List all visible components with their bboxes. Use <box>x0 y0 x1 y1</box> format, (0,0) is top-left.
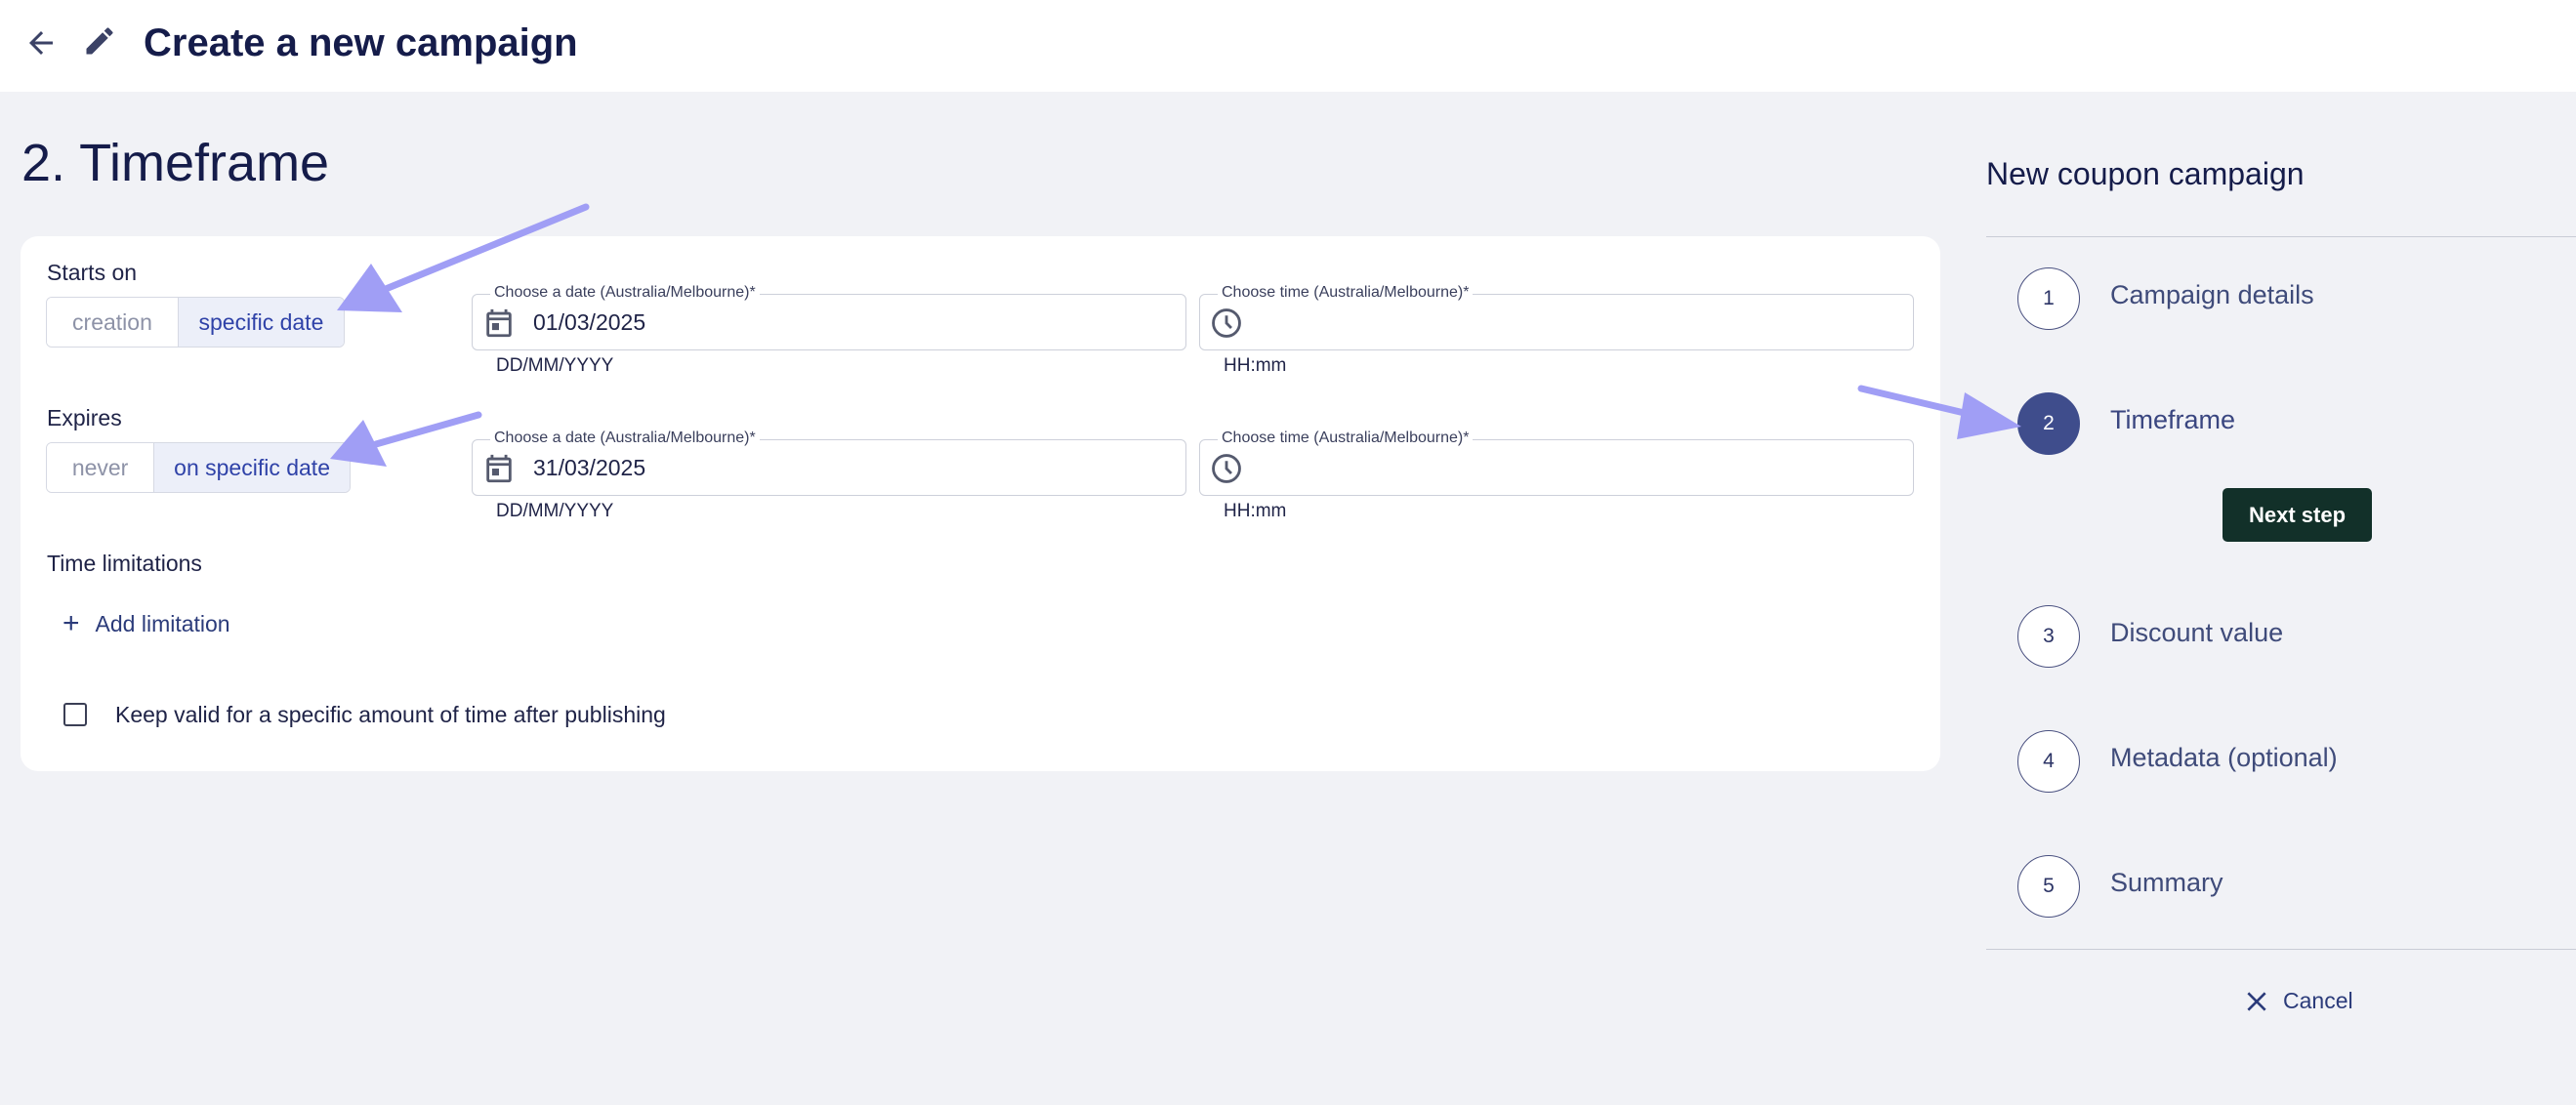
sidebar-divider-bottom <box>1986 949 2576 950</box>
plus-icon: + <box>62 607 80 639</box>
cancel-label: Cancel <box>2283 988 2353 1013</box>
calendar-icon[interactable] <box>482 307 516 340</box>
end-date-field-label: Choose a date (Australia/Melbourne)* <box>490 429 760 448</box>
starts-on-specific-date-option[interactable]: specific date <box>177 298 344 347</box>
step-5-circle[interactable]: 5 <box>2017 855 2080 918</box>
close-icon <box>2247 991 2266 1011</box>
start-time-field-label: Choose time (Australia/Melbourne)* <box>1218 283 1474 303</box>
start-time-field[interactable]: Choose time (Australia/Melbourne)* <box>1199 283 1914 350</box>
end-time-helper: HH:mm <box>1224 501 1287 521</box>
end-date-field[interactable]: Choose a date (Australia/Melbourne)* 31/… <box>472 429 1186 496</box>
page-title: Create a new campaign <box>144 21 578 64</box>
step-2-circle[interactable]: 2 <box>2017 392 2080 455</box>
sidebar-title: New coupon campaign <box>1986 156 2305 191</box>
section-title: 2. Timeframe <box>21 134 330 192</box>
start-date-field-label: Choose a date (Australia/Melbourne)* <box>490 283 760 303</box>
sidebar-divider-top <box>1986 236 2576 237</box>
step-1-circle[interactable]: 1 <box>2017 267 2080 330</box>
start-time-helper: HH:mm <box>1224 355 1287 376</box>
next-step-button[interactable]: Next step <box>2223 488 2372 542</box>
end-time-field[interactable]: Choose time (Australia/Melbourne)* <box>1199 429 1914 496</box>
end-date-helper: DD/MM/YYYY <box>496 501 614 521</box>
clock-icon[interactable] <box>1210 307 1243 340</box>
clock-icon[interactable] <box>1210 452 1243 485</box>
timeframe-card: Starts on creation specific date Choose … <box>21 236 1940 771</box>
end-time-field-label: Choose time (Australia/Melbourne)* <box>1218 429 1474 448</box>
step-2-label[interactable]: Timeframe <box>2110 402 2235 437</box>
starts-on-creation-option[interactable]: creation <box>47 298 178 347</box>
start-date-value: 01/03/2025 <box>533 309 646 335</box>
keep-valid-checkbox[interactable] <box>63 703 87 726</box>
step-4-circle[interactable]: 4 <box>2017 730 2080 793</box>
starts-on-toggle: creation specific date <box>46 297 345 348</box>
end-date-value: 31/03/2025 <box>533 455 646 480</box>
top-header: Create a new campaign <box>0 0 2576 92</box>
add-limitation-label: Add limitation <box>95 610 230 636</box>
add-limitation-button[interactable]: + Add limitation <box>62 609 230 638</box>
expires-label: Expires <box>47 405 122 430</box>
starts-on-label: Starts on <box>47 260 138 285</box>
time-limitations-label: Time limitations <box>47 551 202 576</box>
step-4-label[interactable]: Metadata (optional) <box>2110 740 2338 775</box>
calendar-icon[interactable] <box>482 452 516 485</box>
keep-valid-label: Keep valid for a specific amount of time… <box>115 702 666 727</box>
expires-toggle: never on specific date <box>46 442 351 493</box>
pencil-icon <box>86 27 113 55</box>
step-5-label[interactable]: Summary <box>2110 865 2223 900</box>
start-date-helper: DD/MM/YYYY <box>496 355 614 376</box>
step-3-circle[interactable]: 3 <box>2017 605 2080 668</box>
cancel-button[interactable]: Cancel <box>2244 988 2353 1014</box>
start-date-field[interactable]: Choose a date (Australia/Melbourne)* 01/… <box>472 283 1186 350</box>
step-3-label[interactable]: Discount value <box>2110 615 2283 650</box>
back-arrow-icon[interactable] <box>23 25 59 61</box>
step-1-label[interactable]: Campaign details <box>2110 277 2314 312</box>
expires-on-specific-date-option[interactable]: on specific date <box>153 443 350 492</box>
expires-never-option[interactable]: never <box>47 443 154 492</box>
